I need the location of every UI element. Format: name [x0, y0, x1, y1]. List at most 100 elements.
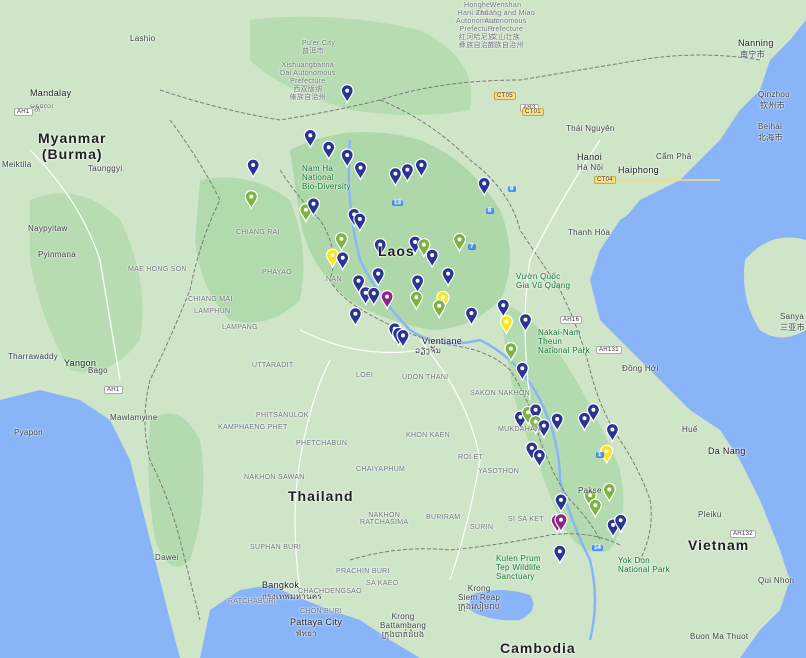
highway-badge: AH132: [730, 530, 756, 538]
city-label-vientiane-local: ວຽງຈັນ: [415, 346, 442, 355]
marker-dot: [446, 271, 451, 276]
city-label-sanya-local: 三亚市: [780, 323, 805, 332]
province-label-lampang: LAMPANG: [222, 324, 258, 331]
province-label-prachin-buri: PRACHIN BURI: [336, 568, 390, 575]
marker-dot: [249, 194, 254, 199]
city-label-nanning: Nanning: [738, 38, 774, 48]
marker-dot: [376, 271, 381, 276]
country-label-thailand: Thailand: [288, 488, 354, 504]
city-label-beihai: Beihai: [758, 122, 783, 131]
city-label-danang: Da Nang: [708, 446, 746, 456]
highway-badge: AH1: [14, 108, 33, 116]
province-label-yasothon: YASOTHON: [478, 468, 520, 475]
marker-dot: [308, 133, 313, 138]
city-label-pattaya: Pattaya City: [290, 617, 343, 627]
city-label-quy-nhon: Qui Nhon: [758, 576, 795, 585]
park-label-yok-don: Yok Don National Park: [618, 556, 670, 574]
province-label-chon-buri: CHON BURI: [300, 608, 342, 615]
highway-badge: 7: [468, 244, 476, 250]
city-label-pyinmana: Pyinmana: [38, 250, 76, 259]
city-label-haiphong: Haiphong: [618, 165, 659, 175]
marker-dot: [520, 366, 525, 371]
city-label-vientiane: Vientiane: [422, 336, 463, 346]
marker-dot: [345, 88, 350, 93]
city-label-meiktila: Meiktila: [2, 160, 32, 169]
marker-dot: [501, 303, 506, 308]
city-label-beihai-local: 北海市: [758, 133, 783, 142]
park-label-vu-quang: Vườn Quốc Gia Vũ Quang: [516, 272, 571, 290]
prefecture-label-puer: Pu'er City 普洱市: [302, 40, 336, 55]
city-label-dong-hoi: Đồng Hới: [622, 364, 659, 373]
marker-dot: [358, 165, 363, 170]
city-label-siem-reap: Krong Siem Reap ក្រុងសៀមរាប: [458, 584, 501, 611]
marker-dot: [559, 497, 563, 502]
marker-dot: [611, 522, 616, 527]
city-label-pyapon: Pyapon: [14, 428, 43, 437]
marker-dot: [430, 253, 435, 258]
marker-dot: [371, 291, 376, 296]
highway-badge: AH1: [104, 386, 123, 394]
city-label-lashio: Lashio: [130, 34, 156, 43]
city-label-dawei: Dawei: [155, 553, 179, 562]
map-view[interactable]: Myanmar (Burma) Thailand Laos Vietnam Ca…: [0, 0, 806, 658]
city-label-cam-pha: Cẩm Phả: [656, 152, 692, 161]
province-label-kamphaeng-phet: KAMPHAENG PHET: [218, 424, 288, 431]
prefecture-label-xishuangbanna: Xishuangbanna Dai Autonomous Prefecture …: [280, 62, 336, 101]
country-label-cambodia: Cambodia: [500, 640, 576, 656]
marker-dot: [311, 201, 316, 206]
city-label-mawlamyine: Mawlamyine: [110, 413, 158, 422]
city-label-buon-ma-thuot: Buon Ma Thuot: [690, 632, 749, 641]
marker-dot: [363, 290, 368, 295]
marker-dot: [604, 449, 609, 454]
marker-dot: [518, 415, 523, 419]
marker-dot: [582, 416, 587, 421]
highway-badge: 1: [596, 452, 604, 458]
park-label-nam-ha: Nam Ha National Bio-Diversity: [302, 164, 351, 191]
country-label-myanmar: Myanmar (Burma): [38, 130, 107, 162]
marker-dot: [555, 417, 560, 421]
highway-badge: 13: [392, 200, 404, 206]
marker-dot: [469, 311, 474, 316]
city-label-naypyitaw: Naypyitaw: [28, 224, 68, 233]
prefecture-label-wenshan: Wenshan Zhuang and Miao Autonomous Prefe…: [476, 2, 535, 49]
city-label-mukdahan: MUKDAHAN: [498, 426, 541, 433]
province-label-chachoengsao: CHACHOENGSAO: [298, 588, 362, 595]
province-label-nan: NAN: [326, 276, 342, 283]
marker-dot: [421, 242, 426, 247]
city-label-thai-nguyen: Thái Nguyên: [566, 124, 615, 133]
country-label-laos: Laos: [378, 243, 415, 259]
province-label-chaiyaphum: CHAIYAPHUM: [356, 466, 406, 473]
city-label-pleiku: Pleiku: [698, 510, 722, 519]
province-label-sa-kaeo: SA KAEO: [366, 580, 399, 587]
province-label-buriram: BURIRAM: [426, 514, 461, 521]
highway-badge: AH16: [560, 316, 583, 324]
marker-dot: [541, 423, 546, 428]
highway-badge: 14: [592, 545, 604, 551]
marker-dot: [618, 518, 623, 523]
park-label-nakai: Nakai-Nam Theun National Park: [538, 328, 590, 355]
marker-dot: [537, 453, 542, 458]
marker-dot: [353, 311, 358, 316]
marker-dot: [345, 153, 350, 158]
marker-dot: [437, 303, 442, 308]
province-label-mae-hong-son: MAE HONG SON: [128, 266, 187, 273]
province-label-suphan-buri: SUPHAN BURI: [250, 544, 302, 551]
marker-dot: [557, 549, 562, 554]
city-label-sanya: Sanya: [780, 312, 805, 321]
marker-dot: [357, 217, 362, 221]
city-label-bago: Bago: [88, 366, 108, 375]
city-label-udon-thani: UDON THANI: [402, 374, 449, 381]
city-label-hanoi: Hanoi: [577, 152, 603, 162]
marker-dot: [508, 346, 513, 351]
province-label-phayao: PHAYAO: [262, 269, 292, 276]
city-label-taunggyi: Taunggyi: [88, 164, 123, 173]
city-label-pakse: Pakse: [578, 486, 602, 495]
marker-dot: [591, 407, 596, 412]
province-label-nakhon-sawan: NAKHON SAWAN: [244, 474, 305, 481]
marker-dot: [356, 278, 361, 283]
marker-dot: [330, 253, 335, 258]
marker-dot: [414, 295, 419, 300]
marker-dot: [393, 171, 398, 176]
marker-dot: [607, 487, 612, 492]
city-label-nakhon-ratchasima: NAKHON RATCHASIMA: [360, 512, 409, 526]
